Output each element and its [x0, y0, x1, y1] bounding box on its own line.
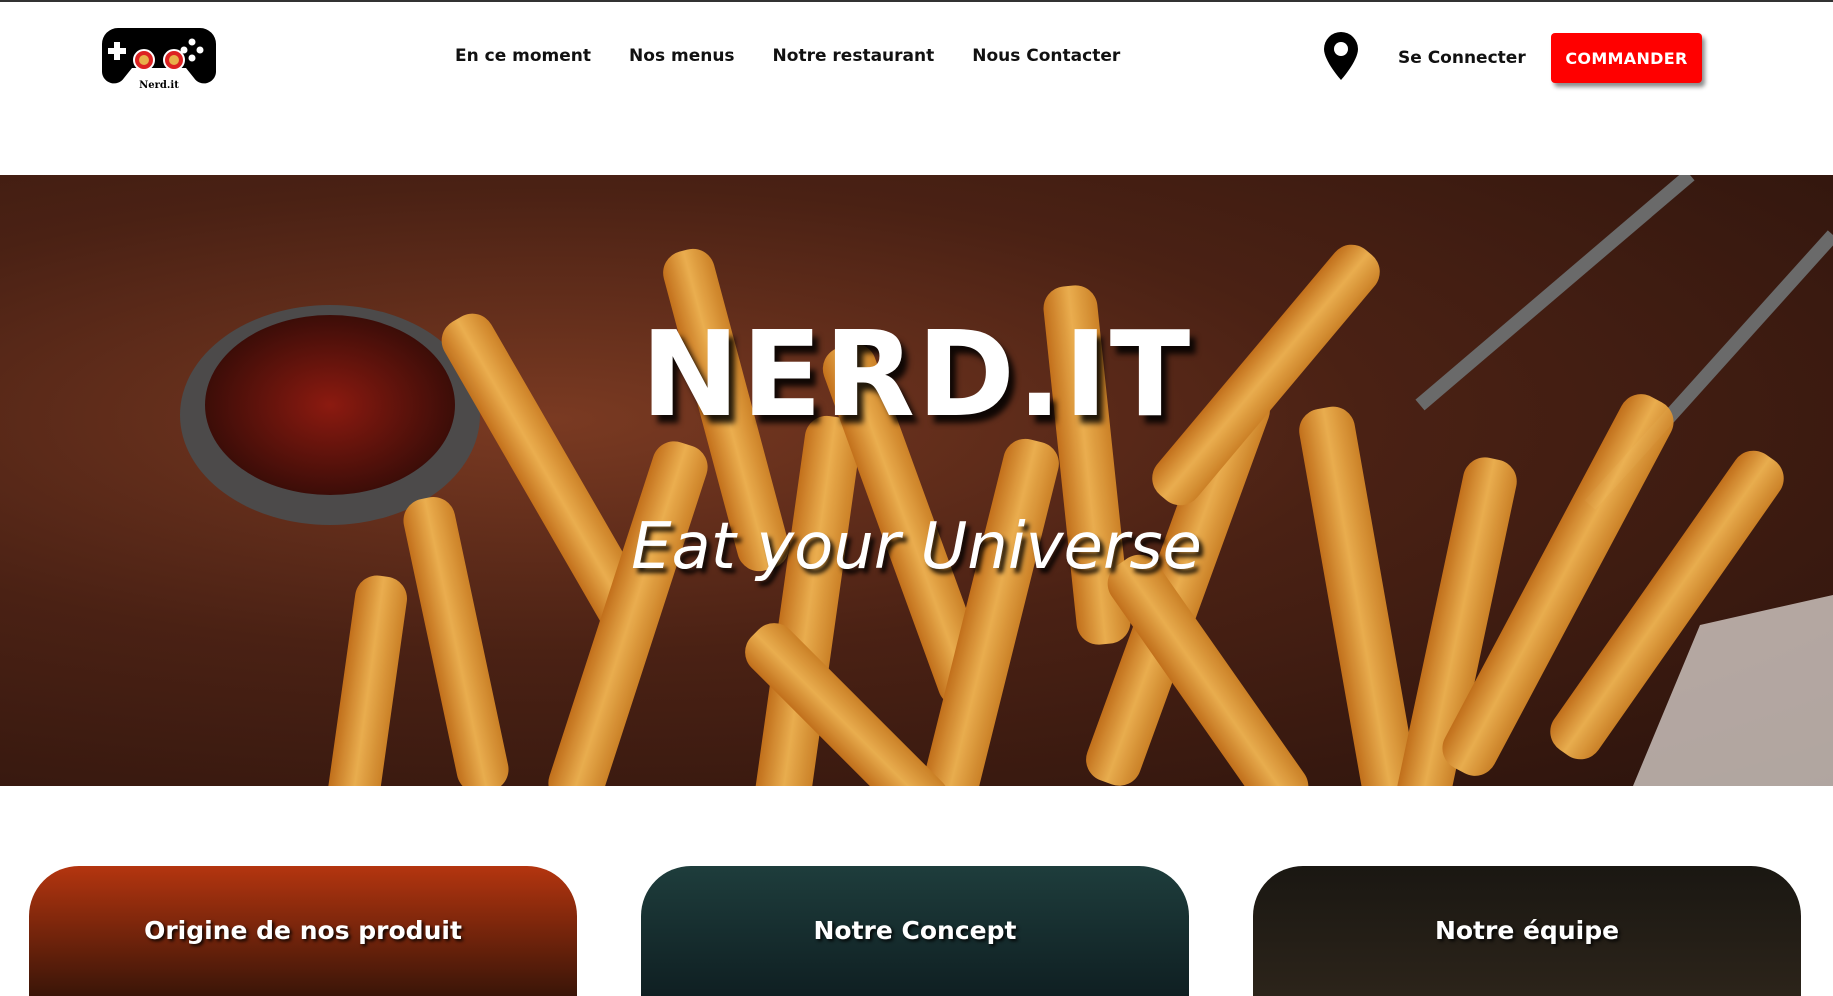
- card-title: Origine de nos produit: [144, 916, 462, 945]
- hero-title: NERD.IT: [640, 305, 1193, 443]
- site-header: Nerd.it En ce moment Nos menus Notre res…: [0, 2, 1833, 112]
- card-title: Notre équipe: [1434, 916, 1620, 945]
- card-title: Notre Concept: [813, 916, 1017, 945]
- fries-background-image: [180, 175, 1833, 786]
- feature-cards: Origine de nos produit Notre Concept Not…: [0, 866, 1833, 996]
- hero-banner: NERD.IT Eat your Universe: [0, 175, 1833, 786]
- card-origine-produits[interactable]: Origine de nos produit: [29, 866, 577, 996]
- nav-item-en-ce-moment[interactable]: En ce moment: [455, 46, 591, 66]
- nav-item-notre-restaurant[interactable]: Notre restaurant: [773, 46, 935, 66]
- gamepad-logo[interactable]: Nerd.it: [100, 22, 218, 92]
- login-link[interactable]: Se Connecter: [1398, 48, 1526, 68]
- nav-item-nous-contacter[interactable]: Nous Contacter: [972, 46, 1120, 66]
- order-button[interactable]: COMMANDER: [1551, 33, 1702, 83]
- nav-item-nos-menus[interactable]: Nos menus: [629, 46, 735, 66]
- location-pin-icon[interactable]: [1322, 30, 1360, 82]
- main-nav: En ce moment Nos menus Notre restaurant …: [455, 46, 1158, 66]
- card-notre-concept[interactable]: Notre Concept: [641, 866, 1189, 996]
- card-notre-equipe[interactable]: Notre équipe: [1253, 866, 1801, 996]
- hero-subtitle: Eat your Universe: [631, 510, 1202, 584]
- logo-text: Nerd.it: [139, 80, 179, 91]
